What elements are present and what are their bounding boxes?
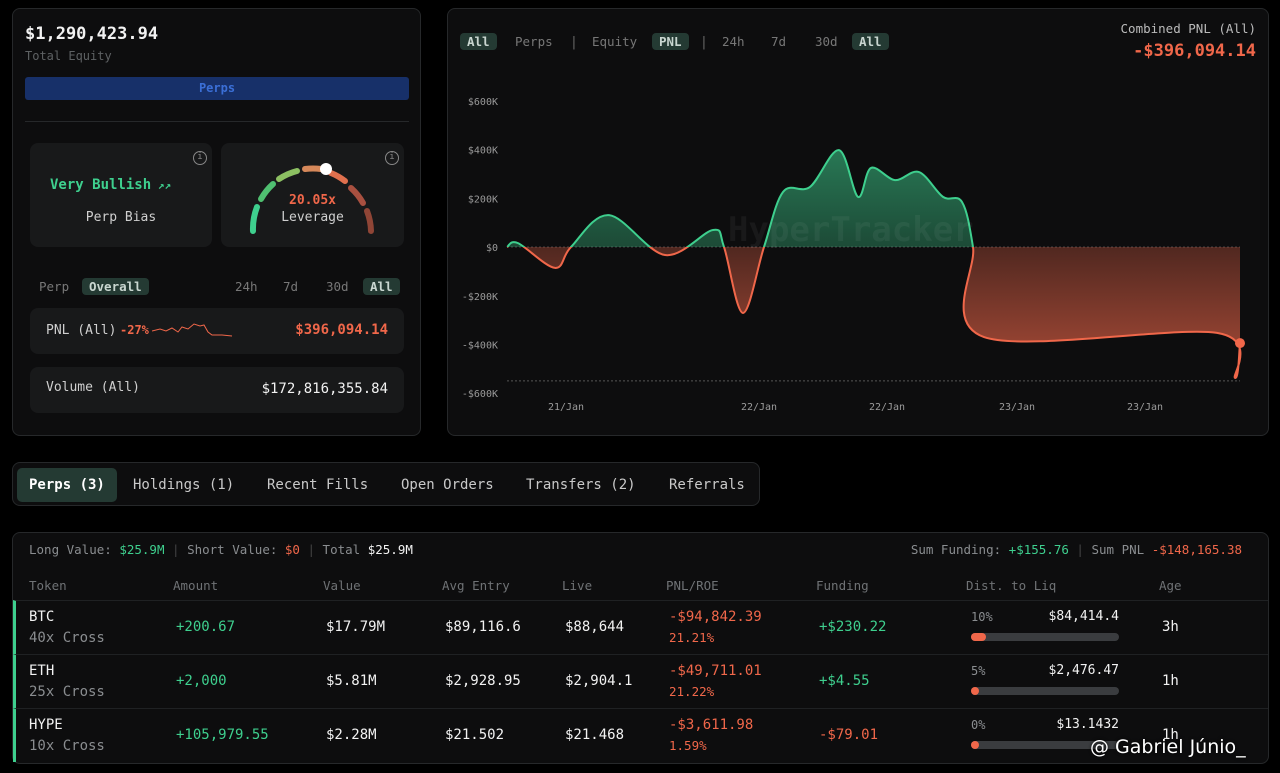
col-age[interactable]: Age bbox=[1159, 578, 1182, 593]
value: $2.28M bbox=[326, 727, 377, 743]
dist-percent: 5% bbox=[971, 664, 986, 678]
short-value: $0 bbox=[284, 542, 300, 557]
table-row[interactable]: HYPE 10x Cross +105,979.55 $2.28M $21.50… bbox=[13, 708, 1268, 762]
hypertracker-watermark: HyperTracker bbox=[728, 210, 974, 250]
tab-perps[interactable]: Perps (3) bbox=[17, 468, 117, 502]
x-tick-label: 23/Jan bbox=[1127, 402, 1163, 413]
funding: -$79.01 bbox=[819, 727, 879, 743]
col-avg-entry[interactable]: Avg Entry bbox=[442, 578, 510, 593]
total-value: $25.9M bbox=[367, 542, 413, 557]
positions-tabs: Perps (3) Holdings (1) Recent Fills Open… bbox=[12, 462, 760, 506]
leverage-mode: 40x Cross bbox=[29, 630, 105, 646]
positions-table: Long Value: $25.9M | Short Value: $0 | T… bbox=[12, 532, 1269, 764]
col-dist-liq[interactable]: Dist. to Liq bbox=[966, 578, 1056, 593]
dist-to-liq-bar bbox=[971, 687, 1119, 695]
y-tick-label: $400K bbox=[468, 146, 498, 157]
roe: 21.22% bbox=[669, 684, 715, 699]
positions-summary-right: Sum Funding: +$155.76 | Sum PNL -$148,16… bbox=[910, 542, 1242, 557]
x-tick-label: 23/Jan bbox=[999, 402, 1035, 413]
roe: 1.59% bbox=[669, 738, 707, 753]
pnl: -$94,842.39 bbox=[669, 609, 762, 625]
col-amount[interactable]: Amount bbox=[173, 578, 218, 593]
sum-pnl-value: -$148,165.38 bbox=[1151, 542, 1242, 557]
liq-price: $84,414.4 bbox=[1048, 609, 1119, 624]
funding: +$4.55 bbox=[819, 673, 870, 689]
leverage-mode: 10x Cross bbox=[29, 738, 105, 754]
pnl: -$3,611.98 bbox=[669, 717, 754, 733]
tab-open-orders[interactable]: Open Orders bbox=[389, 463, 506, 507]
tab-recent-fills[interactable]: Recent Fills bbox=[255, 463, 380, 507]
amount: +2,000 bbox=[176, 673, 227, 689]
x-tick-label: 22/Jan bbox=[869, 402, 905, 413]
dist-percent: 10% bbox=[971, 610, 993, 624]
last-point-marker[interactable] bbox=[1235, 338, 1245, 349]
y-tick-label: -$600K bbox=[462, 389, 498, 400]
liq-price: $13.1432 bbox=[1056, 717, 1119, 732]
y-tick-label: $0 bbox=[486, 243, 498, 254]
sum-funding-label: Sum Funding: bbox=[910, 542, 1002, 557]
roe: 21.21% bbox=[669, 630, 715, 645]
amount: +200.67 bbox=[176, 619, 236, 635]
dist-to-liq-bar bbox=[971, 633, 1119, 641]
col-value[interactable]: Value bbox=[323, 578, 361, 593]
x-tick-label: 21/Jan bbox=[548, 402, 584, 413]
avg-entry: $21.502 bbox=[445, 727, 505, 743]
age: 3h bbox=[1162, 619, 1179, 635]
live-price: $21.468 bbox=[565, 727, 625, 743]
long-value: $25.9M bbox=[119, 542, 165, 557]
table-row[interactable]: BTC 40x Cross +200.67 $17.79M $89,116.6 … bbox=[13, 600, 1268, 654]
value: $5.81M bbox=[326, 673, 377, 689]
liq-price: $2,476.47 bbox=[1048, 663, 1119, 678]
amount: +105,979.55 bbox=[176, 727, 269, 743]
col-funding[interactable]: Funding bbox=[816, 578, 869, 593]
short-label: Short Value: bbox=[187, 542, 278, 557]
avg-entry: $89,116.6 bbox=[445, 619, 521, 635]
pnl-chart: $600K $400K $200K $0 -$200K -$400K -$600K 21/Ja… bbox=[462, 97, 1245, 413]
y-tick-label: -$200K bbox=[462, 292, 498, 303]
sum-pnl-label: Sum PNL bbox=[1091, 542, 1145, 557]
y-tick-label: $200K bbox=[468, 194, 498, 205]
long-label: Long Value: bbox=[29, 542, 112, 557]
total-label: Total bbox=[322, 542, 361, 557]
age: 1h bbox=[1162, 673, 1179, 689]
y-tick-label: $600K bbox=[468, 97, 498, 108]
col-live[interactable]: Live bbox=[562, 578, 592, 593]
avg-entry: $2,928.95 bbox=[445, 673, 521, 689]
dist-percent: 0% bbox=[971, 718, 986, 732]
sum-funding-value: +$155.76 bbox=[1008, 542, 1069, 557]
y-tick-label: -$400K bbox=[462, 341, 498, 352]
credit-watermark: @ Gabriel Júnio_ bbox=[1090, 736, 1246, 758]
value: $17.79M bbox=[326, 619, 386, 635]
tab-transfers[interactable]: Transfers (2) bbox=[514, 463, 648, 507]
token-symbol[interactable]: ETH bbox=[29, 663, 54, 679]
tab-holdings[interactable]: Holdings (1) bbox=[121, 463, 246, 507]
col-token[interactable]: Token bbox=[29, 578, 67, 593]
leverage-mode: 25x Cross bbox=[29, 684, 105, 700]
live-price: $88,644 bbox=[565, 619, 625, 635]
pnl: -$49,711.01 bbox=[669, 663, 762, 679]
col-pnl-roe[interactable]: PNL/ROE bbox=[666, 578, 719, 593]
tab-referrals[interactable]: Referrals bbox=[657, 463, 757, 507]
token-symbol[interactable]: BTC bbox=[29, 609, 54, 625]
positions-summary-left: Long Value: $25.9M | Short Value: $0 | T… bbox=[29, 542, 413, 557]
funding: +$230.22 bbox=[819, 619, 887, 635]
table-row[interactable]: ETH 25x Cross +2,000 $5.81M $2,928.95 $2… bbox=[13, 654, 1268, 708]
x-tick-label: 22/Jan bbox=[741, 402, 777, 413]
live-price: $2,904.1 bbox=[565, 673, 633, 689]
token-symbol[interactable]: HYPE bbox=[29, 717, 63, 733]
